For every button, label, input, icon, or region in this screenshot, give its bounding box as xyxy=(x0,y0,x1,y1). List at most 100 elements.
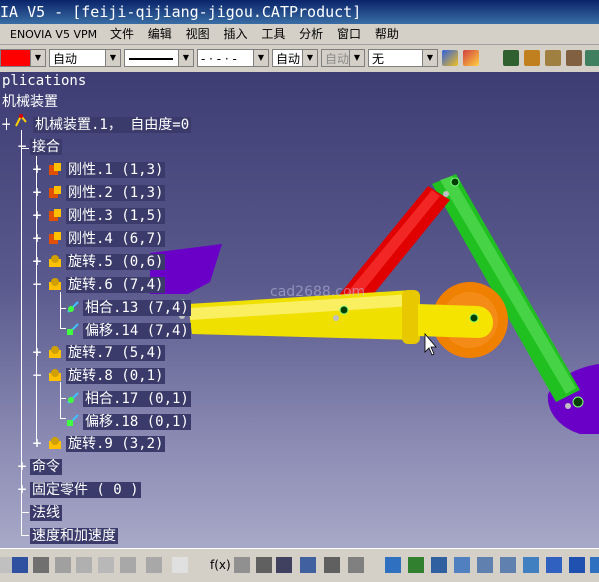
tree-joint-item[interactable]: 旋转.5 (0,6) xyxy=(66,253,166,271)
multi-view-icon[interactable] xyxy=(546,557,562,573)
tree-joint-item[interactable]: 刚性.4 (6,7) xyxy=(66,230,166,248)
menu-enovia[interactable]: ENOVIA V5 VPM xyxy=(0,25,101,45)
tree-connector xyxy=(21,512,29,513)
tree-fixed-part[interactable]: 固定零件 ( 0 ) xyxy=(30,481,141,499)
product-icon[interactable] xyxy=(503,50,519,66)
menu-view[interactable]: 视图 xyxy=(181,24,215,44)
graph-tree-icon[interactable] xyxy=(585,50,599,66)
line-thickness-sample xyxy=(129,58,173,60)
save-icon[interactable] xyxy=(12,557,28,573)
table-icon[interactable] xyxy=(276,557,292,573)
photo-icon[interactable] xyxy=(256,557,272,573)
revolute-joint-icon xyxy=(49,437,61,449)
existing-component-icon[interactable] xyxy=(545,50,561,66)
tree-commands[interactable]: 命令 xyxy=(30,458,62,476)
graphic-properties-toolbar: ▼ 自动 ▼ ▼ - · - · - ▼ 自动 ▼ 自动 ▼ 无 ▼ xyxy=(0,45,599,73)
iso-view-icon[interactable] xyxy=(569,557,585,573)
formula-icon[interactable]: f(x) xyxy=(210,557,231,573)
tree-mechanism[interactable]: 机械装置.1， 自由度=0 xyxy=(33,116,192,134)
tree-joint-item[interactable]: 旋转.6 (7,4) xyxy=(66,276,166,294)
normal-view-icon[interactable] xyxy=(523,557,539,573)
expand-icon[interactable]: + xyxy=(32,232,42,244)
tree-joint-item[interactable]: 刚性.3 (1,5) xyxy=(66,207,166,225)
collapse-icon[interactable]: − xyxy=(32,278,42,290)
tree-connector xyxy=(60,292,61,328)
revolute-joint-icon xyxy=(49,369,61,381)
replace-component-icon[interactable] xyxy=(566,50,582,66)
copy-icon[interactable] xyxy=(76,557,92,573)
collapse-icon[interactable]: − xyxy=(1,118,11,130)
tree-joints[interactable]: 接合 xyxy=(30,138,62,156)
tree-joint-item[interactable]: 旋转.9 (3,2) xyxy=(66,435,166,453)
fly-mode-icon[interactable] xyxy=(385,557,401,573)
revolute-joint-icon xyxy=(49,255,61,267)
tree-speed-acceleration[interactable]: 速度和加速度 xyxy=(30,527,118,545)
3d-viewport[interactable]: cad2688.com plications 机械装置 − 机械装置.1， 自由… xyxy=(0,72,599,548)
expand-icon[interactable]: + xyxy=(17,460,27,472)
redo-icon[interactable] xyxy=(146,557,162,573)
tree-constraint-item[interactable]: 偏移.18 (0,1) xyxy=(83,413,191,431)
layer-combo[interactable]: 无 ▼ xyxy=(368,49,438,67)
menu-tools[interactable]: 工具 xyxy=(256,24,290,44)
line-thickness-combo[interactable]: ▼ xyxy=(124,49,194,67)
web-icon[interactable] xyxy=(348,557,364,573)
rigid-joint-icon xyxy=(49,209,61,221)
menu-analyze[interactable]: 分析 xyxy=(294,24,328,44)
expand-icon[interactable]: + xyxy=(32,255,42,267)
tree-joint-item[interactable]: 刚性.1 (1,3) xyxy=(66,161,166,179)
point-symbol-combo[interactable]: 自动 ▼ xyxy=(272,49,318,67)
rigid-joint-icon xyxy=(49,186,61,198)
rotate-icon[interactable] xyxy=(454,557,470,573)
menu-file[interactable]: 文件 xyxy=(105,24,139,44)
whats-this-icon[interactable] xyxy=(172,557,188,573)
color-combo[interactable]: ▼ xyxy=(0,49,46,67)
menu-help[interactable]: 帮助 xyxy=(370,24,404,44)
pan-icon[interactable] xyxy=(431,557,447,573)
expand-icon[interactable]: + xyxy=(32,186,42,198)
tree-joint-item[interactable]: 刚性.2 (1,3) xyxy=(66,184,166,202)
rendering-style-combo[interactable]: 自动 ▼ xyxy=(321,49,365,67)
zoom-in-icon[interactable] xyxy=(477,557,493,573)
tree-constraint-item[interactable]: 偏移.14 (7,4) xyxy=(83,322,191,340)
catalog-icon[interactable] xyxy=(324,557,340,573)
transparency-combo[interactable]: 自动 ▼ xyxy=(49,49,121,67)
undo-icon[interactable] xyxy=(120,557,136,573)
offset-constraint-icon xyxy=(67,323,79,335)
expand-icon[interactable]: + xyxy=(32,209,42,221)
print-icon[interactable] xyxy=(33,557,49,573)
tree-joint-item[interactable]: 旋转.8 (0,1) xyxy=(66,367,166,385)
painter-icon[interactable] xyxy=(442,50,458,66)
tree-constraint-item[interactable]: 相合.17 (0,1) xyxy=(83,390,191,408)
paste-icon[interactable] xyxy=(98,557,114,573)
collapse-icon[interactable]: − xyxy=(17,140,27,152)
line-type-combo[interactable]: - · - · - ▼ xyxy=(197,49,269,67)
zoom-out-icon[interactable] xyxy=(500,557,516,573)
cut-icon[interactable] xyxy=(55,557,71,573)
comment-icon[interactable] xyxy=(234,557,250,573)
tree-constraint-item[interactable]: 相合.13 (7,4) xyxy=(83,299,191,317)
component-icon[interactable] xyxy=(524,50,540,66)
tree-icon[interactable] xyxy=(300,557,316,573)
tree-joint-item[interactable]: 旋转.7 (5,4) xyxy=(66,344,166,362)
menu-bar: ENOVIA V5 VPM 文件 编辑 视图 插入 工具 分析 窗口 帮助 xyxy=(0,24,599,45)
chevron-down-icon: ▼ xyxy=(422,50,437,66)
coincidence-constraint-icon xyxy=(67,392,79,404)
fit-all-icon[interactable] xyxy=(408,557,424,573)
menu-edit[interactable]: 编辑 xyxy=(143,24,177,44)
tree-applications[interactable]: plications xyxy=(0,72,88,90)
shading-icon[interactable] xyxy=(590,557,599,573)
expand-icon[interactable]: + xyxy=(32,163,42,175)
expand-icon[interactable]: + xyxy=(32,346,42,358)
chevron-down-icon: ▼ xyxy=(178,50,193,66)
expand-icon[interactable]: + xyxy=(17,483,27,495)
menu-window[interactable]: 窗口 xyxy=(332,24,366,44)
expand-icon[interactable]: + xyxy=(32,437,42,449)
tree-laws[interactable]: 法线 xyxy=(30,504,62,522)
wand-icon[interactable] xyxy=(463,50,479,66)
specification-tree: plications 机械装置 − 机械装置.1， 自由度=0 − 接合 + 刚… xyxy=(0,72,599,548)
collapse-icon[interactable]: − xyxy=(32,369,42,381)
chevron-down-icon: ▼ xyxy=(253,50,268,66)
tree-root[interactable]: 机械装置 xyxy=(0,93,60,111)
chevron-down-icon: ▼ xyxy=(30,50,45,66)
menu-insert[interactable]: 插入 xyxy=(218,24,252,44)
